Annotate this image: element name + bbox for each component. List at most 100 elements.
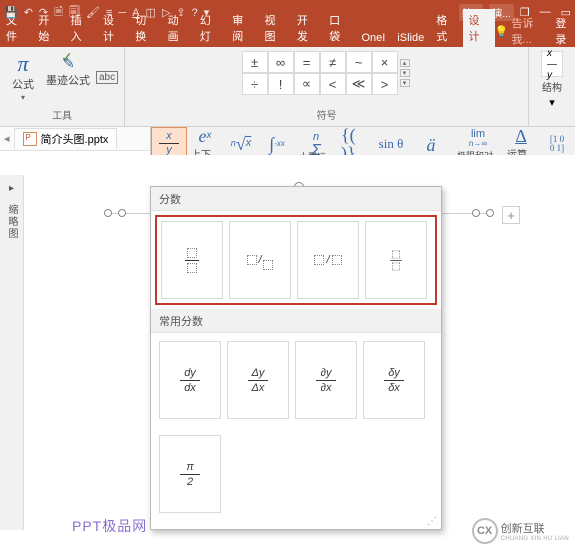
ribbon-tabs: 文件 开始 插入 设计 切换 动画 幻灯 审阅 视图 开发 口袋 OneI iS… — [0, 25, 575, 47]
fraction-stacked[interactable] — [161, 221, 223, 299]
frac-partialy[interactable]: ∂y∂x — [295, 341, 357, 419]
sym-sim[interactable]: ~ — [346, 51, 372, 73]
tab-eqdesign[interactable]: 设计 — [463, 9, 495, 47]
frac-deltay2[interactable]: δyδx — [363, 341, 425, 419]
add-placeholder-button[interactable]: + — [502, 206, 520, 224]
sym-lt[interactable]: < — [320, 73, 346, 95]
handle-e[interactable] — [486, 209, 494, 217]
ink-equation-button[interactable]: 墨迹公式 — [46, 51, 90, 87]
brush-icon[interactable]: 🖌 — [86, 6, 100, 19]
sym-eq[interactable]: = — [294, 51, 320, 73]
common-fractions-row2: π2 — [151, 427, 441, 521]
handle-w[interactable] — [104, 209, 112, 217]
thumbnail-pane: ▸ 缩略图 — [0, 175, 24, 530]
operator-icon: Δ — [515, 127, 527, 145]
symbols-group-label: 符号 — [317, 107, 337, 124]
tab-dev[interactable]: 开发 — [291, 9, 323, 47]
sym-neq[interactable]: ≠ — [320, 51, 346, 73]
sym-gt[interactable]: > — [372, 73, 398, 95]
sym-div[interactable]: ÷ — [242, 73, 268, 95]
share-icon[interactable]: ⇪ — [176, 6, 185, 19]
fraction-section-label: 分数 — [151, 187, 441, 211]
ribbon: π 公式 ▾ 墨迹公式 abc 工具 ± ∞ = ≠ ~ × ÷ — [0, 47, 575, 127]
pptx-icon — [23, 132, 37, 146]
font-color-icon[interactable]: A — [132, 7, 139, 19]
bracket-icon: {( )} — [341, 134, 369, 154]
document-tab[interactable]: 简介头图.pptx — [14, 128, 118, 149]
script-icon: ex — [199, 127, 212, 145]
collapse-icon[interactable]: ◂ — [4, 132, 10, 145]
tab-review[interactable]: 审阅 — [226, 9, 258, 47]
accent-icon: ä — [427, 135, 436, 155]
save-icon[interactable]: 💾 — [4, 6, 18, 19]
structure-icon: x—y — [541, 51, 563, 77]
sym-inf[interactable]: ∞ — [268, 51, 294, 73]
symbol-scroll: ▴ ▾ ▾ — [398, 51, 412, 95]
sym-prop[interactable]: ∝ — [294, 73, 320, 95]
cx-sub: CHUANG XIN HU LIAN — [501, 536, 569, 542]
group-symbols: ± ∞ = ≠ ~ × ÷ ! ∝ < ≪ > ▴ ▾ ▾ 符号 — [125, 47, 529, 126]
sym-down-icon[interactable]: ▾ — [400, 69, 410, 77]
document-filename: 简介头图.pptx — [41, 131, 109, 147]
help-icon[interactable]: ? — [192, 7, 198, 19]
sym-more-icon[interactable]: ▾ — [400, 79, 410, 87]
fraction-dropdown: 分数 / / 常用分数 dydx ΔyΔx ∂y∂x δyδx π2 ⋰ — [150, 186, 442, 530]
tabs-right: 💡 告诉我... 登录 — [495, 15, 575, 47]
structure-drop-icon[interactable]: ▾ — [549, 96, 555, 109]
handle-w2[interactable] — [118, 209, 126, 217]
pane-label: 缩略图 — [4, 204, 19, 240]
doc-icon[interactable]: 🗎 — [54, 3, 63, 22]
login-link[interactable]: 登录 — [555, 15, 575, 47]
tab-format[interactable]: 格式 — [430, 9, 462, 47]
sym-pm[interactable]: ± — [242, 51, 268, 73]
play-icon[interactable]: ▷ — [162, 6, 170, 19]
tab-onekey[interactable]: OneI — [355, 29, 391, 47]
sym-fact[interactable]: ! — [268, 73, 294, 95]
tell-me[interactable]: 告诉我... — [512, 15, 550, 47]
sym-up-icon[interactable]: ▴ — [400, 59, 410, 67]
sym-ll[interactable]: ≪ — [346, 73, 372, 95]
frac-deltay[interactable]: ΔyΔx — [227, 341, 289, 419]
watermark-text: PPT极品网 — [72, 516, 147, 536]
matrix-icon: [1 00 1] — [550, 134, 564, 154]
common-fraction-section-label: 常用分数 — [151, 309, 441, 333]
resize-grip-icon[interactable]: ⋰ — [427, 516, 437, 527]
qat-more-icon[interactable]: ▾ — [204, 6, 210, 19]
fraction-icon: xy — [159, 134, 179, 154]
equation-drop-icon: ▾ — [21, 93, 25, 102]
frac-dydx[interactable]: dydx — [159, 341, 221, 419]
ink-icon — [57, 51, 79, 73]
group-structure: x—y 结构 ▾ — [529, 47, 575, 126]
align-icon[interactable]: ≡ — [106, 7, 112, 19]
fraction-linear[interactable]: / — [297, 221, 359, 299]
pi-icon: π — [17, 51, 28, 77]
sym-times[interactable]: × — [372, 51, 398, 73]
ink-label: 墨迹公式 — [46, 75, 90, 87]
cx-circle-icon: CX — [472, 518, 498, 544]
pane-expand-icon[interactable]: ▸ — [9, 183, 14, 194]
symbol-grid: ± ∞ = ≠ ~ × ÷ ! ∝ < ≪ > — [242, 51, 398, 95]
common-fractions-row1: dydx ΔyΔx ∂y∂x δyδx — [151, 333, 441, 427]
cx-label: 创新互联 — [501, 520, 569, 536]
equation-button[interactable]: π 公式 ▾ — [6, 51, 40, 102]
abc-button[interactable]: abc — [96, 71, 118, 84]
equation-label: 公式 — [12, 79, 34, 91]
tab-islide[interactable]: iSlide — [391, 29, 430, 47]
tab-view[interactable]: 视图 — [259, 9, 291, 47]
frac-pi2[interactable]: π2 — [159, 435, 221, 513]
integral-icon: ∫-xx — [269, 134, 285, 154]
line-icon[interactable]: ─ — [118, 7, 126, 19]
tab-pocket[interactable]: 口袋 — [323, 9, 355, 47]
fraction-small[interactable] — [365, 221, 427, 299]
undo-icon[interactable]: ↶ — [24, 6, 33, 19]
redo-icon[interactable]: ↷ — [39, 6, 48, 19]
sigma-icon: nΣi=0 — [309, 132, 324, 152]
tab-slideshow[interactable]: 幻灯 — [194, 9, 226, 47]
radical-icon: n√x — [231, 134, 251, 154]
shape-icon[interactable]: ◫ — [146, 6, 156, 19]
cx-logo: CX 创新互联 CHUANG XIN HU LIAN — [472, 518, 569, 544]
handle-e2[interactable] — [472, 209, 480, 217]
bulb-icon[interactable]: 💡 — [495, 25, 509, 38]
fraction-skewed[interactable]: / — [229, 221, 291, 299]
doc2-icon[interactable]: 🗐 — [69, 3, 80, 22]
